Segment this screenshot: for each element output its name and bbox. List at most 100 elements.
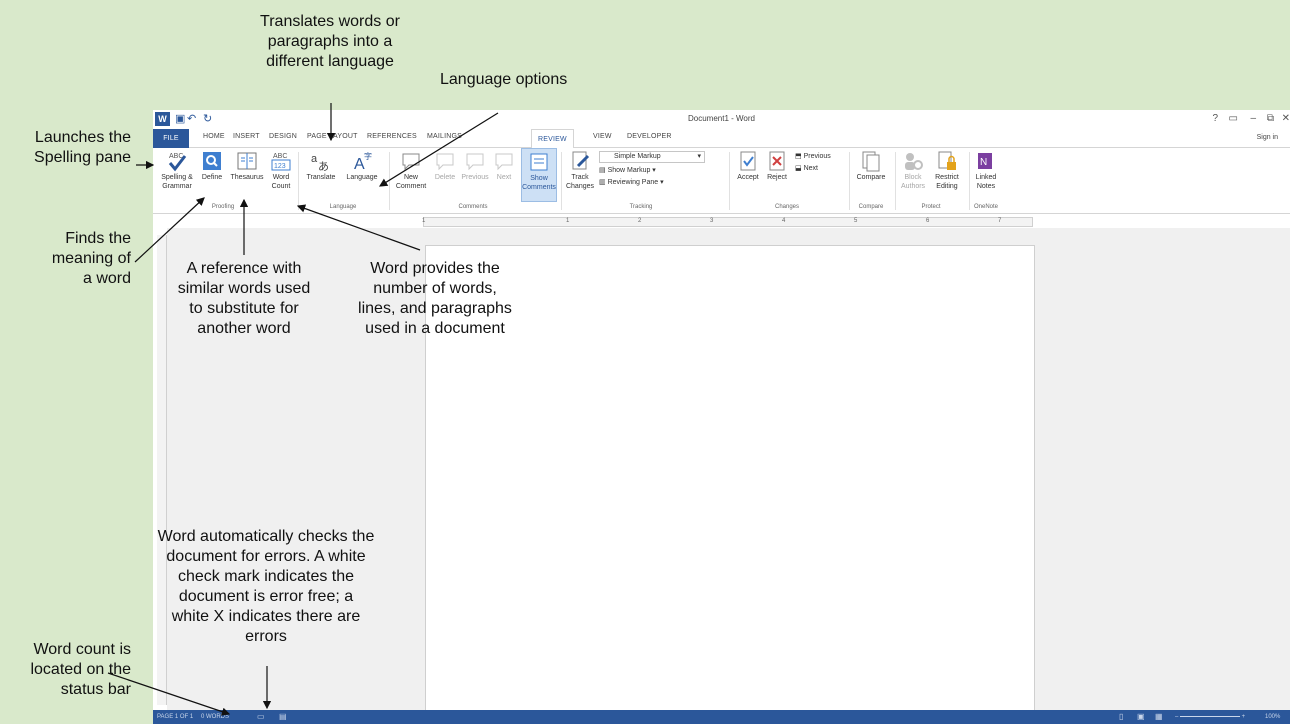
ribbon-display-icon[interactable]: ▭ [1229, 113, 1238, 124]
macro-record-icon[interactable]: ▤ [279, 710, 287, 724]
define-label: Define [201, 174, 223, 181]
group-separator [389, 152, 390, 210]
block-authors-button[interactable]: Block Authors [897, 150, 929, 191]
show-comments-button[interactable]: Show Comments [521, 148, 557, 202]
svg-text:字: 字 [364, 151, 372, 161]
document-title: Document1 - Word [688, 114, 755, 123]
previous-comment-button[interactable]: Previous [459, 150, 491, 182]
group-separator [969, 152, 970, 210]
callout-thesaurus: A reference with similar words used to s… [177, 260, 311, 337]
tab-references[interactable]: REFERENCES [367, 133, 417, 140]
ruler-number: 4 [782, 218, 786, 224]
show-markup-button[interactable]: ▤ Show Markup ▾ [599, 166, 656, 174]
track-changes-button[interactable]: Track Changes [563, 150, 597, 191]
proofing-status-icon[interactable]: ▭ [257, 710, 265, 724]
block-authors-icon [905, 153, 923, 170]
translate-button[interactable]: aあ Translate [301, 150, 341, 182]
show-comments-icon [530, 153, 548, 171]
ribbon-tabs: FILE HOME INSERT DESIGN PAGE LAYOUT REFE… [153, 129, 1290, 149]
svg-text:a: a [311, 153, 318, 165]
reviewing-pane-label: Reviewing Pane [607, 179, 659, 186]
define-button[interactable]: Define [197, 150, 227, 182]
spelling-label: Spelling & Grammar [161, 174, 193, 190]
previous-change-label: Previous [803, 153, 831, 160]
previous-change-button[interactable]: ⬒ Previous [795, 152, 831, 160]
language-icon: A字 [354, 151, 372, 172]
accept-button[interactable]: Accept [733, 150, 763, 182]
callout-status-word-count: Word count is located on the status bar [30, 641, 131, 698]
compare-icon [862, 151, 880, 172]
svg-text:あ: あ [318, 160, 329, 172]
tab-page-layout[interactable]: PAGE LAYOUT [307, 133, 358, 140]
word-count-button[interactable]: ABC 123 Word Count [267, 150, 295, 191]
language-label: Language [346, 174, 378, 181]
show-comments-label: Show Comments [522, 175, 556, 191]
track-changes-label: Track Changes [565, 174, 595, 190]
reviewing-pane-button[interactable]: ▥ Reviewing Pane ▾ [599, 178, 664, 186]
track-changes-icon [572, 151, 590, 170]
accept-icon [740, 151, 756, 171]
next-change-icon: ⬓ [795, 165, 804, 172]
status-bar: PAGE 1 OF 1 0 WORDS ▭ ▤ ▯ ▣ ▦ – + 100% [153, 710, 1290, 724]
tab-mailings[interactable]: MAILINGS [427, 133, 462, 140]
delete-comment-icon [436, 153, 454, 171]
show-markup-label: Show Markup [607, 167, 651, 174]
group-proofing: Proofing [211, 204, 235, 210]
new-comment-button[interactable]: New Comment [393, 150, 429, 191]
restrict-editing-button[interactable]: Restrict Editing [929, 150, 965, 191]
linked-notes-button[interactable]: N Linked Notes [971, 150, 1001, 191]
close-button[interactable]: ✕ [1282, 113, 1290, 124]
page-indicator[interactable]: PAGE 1 OF 1 [157, 710, 193, 724]
zoom-level[interactable]: 100% [1265, 710, 1280, 724]
tab-file[interactable]: FILE [153, 129, 189, 148]
next-comment-button[interactable]: Next [491, 150, 517, 182]
accept-label: Accept [737, 174, 759, 181]
previous-change-icon: ⬒ [795, 153, 804, 160]
delete-comment-button[interactable]: Delete [431, 150, 459, 182]
callout-word-count: Word provides the number of words, lines… [358, 260, 512, 337]
callout-define: Finds the meaning of a word [51, 230, 131, 287]
zoom-slider[interactable]: – + [1175, 710, 1255, 724]
chevron-down-icon: ▾ [697, 153, 701, 160]
compare-button[interactable]: Compare [853, 150, 889, 182]
web-layout-icon[interactable]: ▦ [1155, 710, 1163, 724]
sign-in-link[interactable]: Sign in [1257, 134, 1278, 141]
next-change-button[interactable]: ⬓ Next [795, 164, 818, 172]
language-button[interactable]: A字 Language [341, 150, 383, 182]
spelling-grammar-button[interactable]: ABC Spelling & Grammar [155, 150, 199, 191]
tab-developer[interactable]: DEVELOPER [627, 133, 672, 140]
horizontal-ruler[interactable]: 1 1 2 3 4 5 6 7 [422, 217, 1033, 227]
ruler-number: 2 [638, 218, 642, 224]
next-comment-icon [495, 153, 513, 171]
word-count-indicator[interactable]: 0 WORDS [201, 710, 229, 724]
help-icon[interactable]: ? [1212, 113, 1218, 124]
tab-view[interactable]: VIEW [593, 133, 612, 140]
tab-review[interactable]: REVIEW [531, 129, 574, 149]
onenote-icon: N [978, 153, 992, 169]
markup-select[interactable]: Simple Markup ▾ [599, 151, 705, 163]
group-tracking: Tracking [629, 204, 653, 210]
print-layout-icon[interactable]: ▣ [1137, 710, 1145, 724]
callout-language-options: Language options [440, 71, 568, 88]
ruler-number: 1 [566, 218, 570, 224]
read-mode-icon[interactable]: ▯ [1119, 710, 1123, 724]
define-icon [203, 152, 221, 170]
minimize-button[interactable]: – [1250, 113, 1256, 124]
callout-translate: Translates words or paragraphs into a di… [260, 13, 400, 70]
tab-design[interactable]: DESIGN [269, 133, 297, 140]
restore-button[interactable]: ⧉ [1267, 113, 1274, 124]
lock-icon [938, 151, 956, 170]
markup-icon: ▤ [599, 167, 608, 174]
tab-home[interactable]: HOME [203, 133, 225, 140]
ruler-number: 3 [710, 218, 714, 224]
ruler-number: 5 [854, 218, 858, 224]
thesaurus-button[interactable]: Thesaurus [227, 150, 267, 182]
tab-insert[interactable]: INSERT [233, 133, 260, 140]
word-count-label: Word Count [271, 174, 291, 190]
callout-spelling-pane: Launches the Spelling pane [34, 129, 131, 166]
group-changes: Changes [774, 204, 800, 210]
reject-button[interactable]: Reject [763, 150, 791, 182]
reviewing-pane-icon: ▥ [599, 179, 608, 186]
group-compare: Compare [858, 204, 884, 210]
svg-text:123: 123 [274, 163, 286, 170]
